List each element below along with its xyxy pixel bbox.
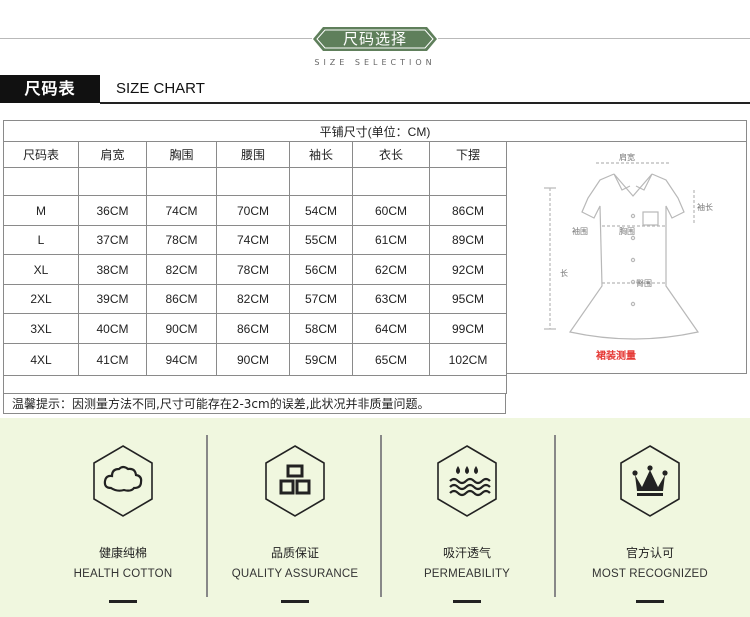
table-cell: 59CM — [289, 343, 353, 376]
feature-divider — [380, 435, 382, 597]
label-waist: 臀围 — [636, 279, 652, 288]
table-cell: 37CM — [78, 225, 147, 255]
feature-title-cn: 吸汗透气 — [442, 546, 491, 560]
feature-divider — [206, 435, 208, 597]
measurement-note: 温馨提示：因测量方法不同,尺寸可能存在2-3cm的误差,此状况并非质量问题。 — [3, 393, 506, 414]
table-cell: 60CM — [352, 195, 430, 226]
table-cell: 86CM — [146, 284, 217, 314]
table-cell: 63CM — [352, 284, 430, 314]
dress-diagram-icon — [544, 162, 700, 340]
size-chart-title: SIZE CHART — [116, 80, 205, 97]
table-cell: 38CM — [78, 254, 147, 285]
table-cell: 40CM — [78, 313, 147, 344]
column-header: 尺码表 — [3, 141, 79, 168]
table-cell: 86CM — [429, 195, 507, 226]
label-sleeve: 袖长 — [697, 203, 713, 212]
table-cell: 82CM — [146, 254, 217, 285]
crown-icon — [620, 445, 680, 517]
feature-accent-bar — [636, 600, 664, 603]
table-cell: 90CM — [216, 343, 290, 376]
table-cell: 61CM — [352, 225, 430, 255]
title-underline — [100, 102, 750, 104]
feature-accent-bar — [453, 600, 481, 603]
feature-quality-assurance: 品质保证 QUALITY ASSURANCE — [215, 444, 375, 603]
table-cell: 90CM — [146, 313, 217, 344]
table-cell: 56CM — [289, 254, 353, 285]
table-caption: 平铺尺寸(单位：CM) — [3, 120, 747, 142]
feature-title-cn: 品质保证 — [270, 546, 319, 560]
feature-divider — [554, 435, 556, 597]
feature-health-cotton: 健康纯棉 HEALTH COTTON — [43, 444, 203, 603]
diagram-caption: 裙装测量 — [596, 351, 636, 362]
table-cell: 36CM — [78, 195, 147, 226]
banner-subtitle: SIZE SELECTION — [314, 58, 436, 67]
table-cell: 102CM — [429, 343, 507, 376]
table-cell: 62CM — [352, 254, 430, 285]
table-cell: 74CM — [216, 225, 290, 255]
column-header: 胸围 — [146, 141, 217, 168]
table-cell: 41CM — [78, 343, 147, 376]
feature-title-en: QUALITY ASSURANCE — [231, 568, 359, 580]
table-cell: 70CM — [216, 195, 290, 226]
feature-accent-bar — [109, 600, 137, 603]
table-cell: 54CM — [289, 195, 353, 226]
size-cell: 3XL — [3, 313, 79, 344]
section-banner: 尺码选择 — [313, 27, 437, 51]
table-cell: 74CM — [146, 195, 217, 226]
feature-title-en: PERMEABILITY — [423, 568, 511, 580]
size-cell: M — [3, 195, 79, 226]
feature-title-cn: 健康纯棉 — [98, 546, 147, 560]
table-cell: 57CM — [289, 284, 353, 314]
table-cell: 78CM — [146, 225, 217, 255]
label-shoulder: 肩宽 — [619, 153, 635, 162]
table-cell: 65CM — [352, 343, 430, 376]
banner-rule-left — [0, 38, 312, 39]
table-cell: 95CM — [429, 284, 507, 314]
table-cell: 92CM — [429, 254, 507, 285]
banner-title: 尺码选择 — [342, 30, 407, 48]
table-cell: 89CM — [429, 225, 507, 255]
banner-rule-right — [438, 38, 750, 39]
quality-pin-icon — [265, 445, 325, 517]
size-cell: XL — [3, 254, 79, 285]
feature-title-en: MOST RECOGNIZED — [592, 568, 708, 580]
table-cell: 55CM — [289, 225, 353, 255]
size-cell: 2XL — [3, 284, 79, 314]
column-header: 衣长 — [352, 141, 430, 168]
cotton-cloud-icon — [93, 445, 153, 517]
feature-permeability: 吸汗透气 PERMEABILITY — [387, 444, 547, 603]
column-header: 肩宽 — [78, 141, 147, 168]
size-cell: 4XL — [3, 343, 79, 376]
feature-most-recognized: 官方认可 MOST RECOGNIZED — [570, 444, 730, 603]
sweat-wave-icon — [437, 445, 497, 517]
column-header: 腰围 — [216, 141, 290, 168]
table-cell: 94CM — [146, 343, 217, 376]
table-cell: 39CM — [78, 284, 147, 314]
feature-title-cn: 官方认可 — [625, 546, 674, 560]
table-cell: 82CM — [216, 284, 290, 314]
label-length: 长 — [560, 269, 568, 278]
column-header: 袖长 — [289, 141, 353, 168]
table-cell: 64CM — [352, 313, 430, 344]
column-header: 下摆 — [429, 141, 507, 168]
table-cell: 78CM — [216, 254, 290, 285]
table-cell: 99CM — [429, 313, 507, 344]
label-chest: 胸围 — [619, 227, 635, 236]
feature-accent-bar — [281, 600, 309, 603]
table-cell: 86CM — [216, 313, 290, 344]
table-cell: 58CM — [289, 313, 353, 344]
label-armhole: 袖围 — [572, 227, 588, 236]
size-cell: L — [3, 225, 79, 255]
size-chart-tag: 尺码表 — [0, 75, 100, 103]
feature-title-en: HEALTH COTTON — [73, 568, 173, 580]
